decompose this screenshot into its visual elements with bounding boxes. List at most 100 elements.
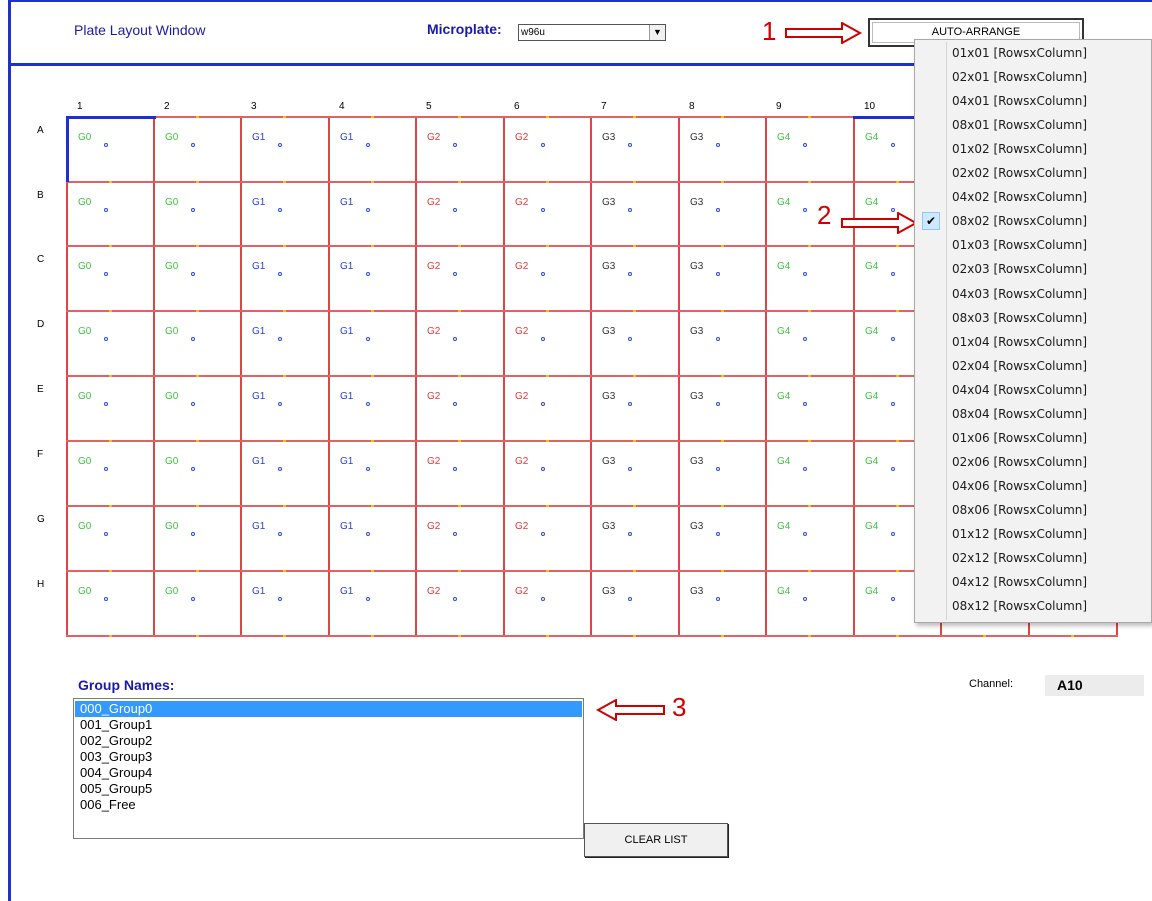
well-group-label[interactable]: G4 xyxy=(777,456,790,467)
menu-item-arrange[interactable]: 02x12 [RowsxColumn] xyxy=(917,547,1149,570)
menu-item-arrange[interactable]: 08x03 [RowsxColumn] xyxy=(917,307,1149,330)
well-group-label[interactable]: G0 xyxy=(78,586,91,597)
well-group-label[interactable]: G1 xyxy=(252,456,265,467)
well-group-label[interactable]: G4 xyxy=(865,586,878,597)
well-group-label[interactable]: G2 xyxy=(515,132,528,143)
well-group-label[interactable]: G1 xyxy=(252,261,265,272)
menu-item-arrange[interactable]: 01x06 [RowsxColumn] xyxy=(917,427,1149,450)
well-group-label[interactable]: G2 xyxy=(515,326,528,337)
well-group-label[interactable]: G4 xyxy=(865,261,878,272)
well-group-label[interactable]: G3 xyxy=(602,586,615,597)
well-group-label[interactable]: G1 xyxy=(340,456,353,467)
well-group-label[interactable]: G3 xyxy=(602,326,615,337)
well-group-label[interactable]: G3 xyxy=(690,261,703,272)
menu-item-arrange[interactable]: ✔ 08x02 [RowsxColumn] xyxy=(917,210,1149,233)
well-group-label[interactable]: G3 xyxy=(690,132,703,143)
well-group-label[interactable]: G3 xyxy=(602,261,615,272)
well-group-label[interactable]: G0 xyxy=(78,132,91,143)
well-group-label[interactable]: G1 xyxy=(340,521,353,532)
menu-item-arrange[interactable]: 08x06 [RowsxColumn] xyxy=(917,499,1149,522)
well-group-label[interactable]: G0 xyxy=(165,391,178,402)
well-group-label[interactable]: G4 xyxy=(777,391,790,402)
menu-item-arrange[interactable]: 04x01 [RowsxColumn] xyxy=(917,90,1149,113)
well-group-label[interactable]: G1 xyxy=(340,326,353,337)
well-group-label[interactable]: G2 xyxy=(427,391,440,402)
menu-item-arrange[interactable]: 02x01 [RowsxColumn] xyxy=(917,66,1149,89)
group-names-list[interactable]: 000_Group0 001_Group1 002_Group2 003_Group3… xyxy=(73,698,584,839)
well-group-label[interactable]: G1 xyxy=(252,586,265,597)
menu-item-arrange[interactable]: 02x03 [RowsxColumn] xyxy=(917,258,1149,281)
well-group-label[interactable]: G3 xyxy=(690,326,703,337)
well-group-label[interactable]: G2 xyxy=(427,456,440,467)
well-group-label[interactable]: G2 xyxy=(515,456,528,467)
well-group-label[interactable]: G3 xyxy=(602,521,615,532)
well-group-label[interactable]: G0 xyxy=(78,521,91,532)
well-group-label[interactable]: G3 xyxy=(602,197,615,208)
well-group-label[interactable]: G4 xyxy=(777,261,790,272)
menu-item-arrange[interactable]: 02x06 [RowsxColumn] xyxy=(917,451,1149,474)
well-group-label[interactable]: G0 xyxy=(165,586,178,597)
well-group-label[interactable]: G1 xyxy=(252,197,265,208)
well-group-label[interactable]: G4 xyxy=(865,197,878,208)
well-group-label[interactable]: G4 xyxy=(777,197,790,208)
well-group-label[interactable]: G3 xyxy=(690,197,703,208)
well-group-label[interactable]: G4 xyxy=(777,521,790,532)
well-group-label[interactable]: G2 xyxy=(427,326,440,337)
well-group-label[interactable]: G2 xyxy=(515,586,528,597)
well-group-label[interactable]: G1 xyxy=(252,391,265,402)
well-group-label[interactable]: G0 xyxy=(78,391,91,402)
menu-item-arrange[interactable]: 08x04 [RowsxColumn] xyxy=(917,403,1149,426)
well-group-label[interactable]: G0 xyxy=(165,197,178,208)
well-group-label[interactable]: G0 xyxy=(78,261,91,272)
menu-item-arrange[interactable]: 08x12 [RowsxColumn] xyxy=(917,595,1149,618)
well-group-label[interactable]: G0 xyxy=(165,326,178,337)
well-group-label[interactable]: G4 xyxy=(865,456,878,467)
well-group-label[interactable]: G2 xyxy=(427,521,440,532)
menu-item-arrange[interactable]: 01x03 [RowsxColumn] xyxy=(917,234,1149,257)
menu-item-arrange[interactable]: 04x06 [RowsxColumn] xyxy=(917,475,1149,498)
group-list-item[interactable]: 003_Group3 xyxy=(75,749,582,765)
microplate-select[interactable]: w96u ▼ xyxy=(518,24,666,41)
menu-item-arrange[interactable]: 01x12 [RowsxColumn] xyxy=(917,523,1149,546)
menu-item-arrange[interactable]: 04x03 [RowsxColumn] xyxy=(917,283,1149,306)
group-list-item[interactable]: 000_Group0 xyxy=(75,701,582,717)
well-group-label[interactable]: G4 xyxy=(865,521,878,532)
menu-item-arrange[interactable]: 04x12 [RowsxColumn] xyxy=(917,571,1149,594)
group-list-item[interactable]: 006_Free xyxy=(75,797,582,813)
well-group-label[interactable]: G4 xyxy=(777,586,790,597)
clear-list-button[interactable]: CLEAR LIST xyxy=(584,823,728,857)
menu-item-arrange[interactable]: 01x04 [RowsxColumn] xyxy=(917,331,1149,354)
well-group-label[interactable]: G0 xyxy=(165,261,178,272)
well-group-label[interactable]: G3 xyxy=(690,586,703,597)
well-group-label[interactable]: G0 xyxy=(165,521,178,532)
group-list-item[interactable]: 005_Group5 xyxy=(75,781,582,797)
well-group-label[interactable]: G2 xyxy=(515,391,528,402)
well-group-label[interactable]: G1 xyxy=(252,326,265,337)
well-group-label[interactable]: G0 xyxy=(165,132,178,143)
well-group-label[interactable]: G2 xyxy=(515,197,528,208)
well-group-label[interactable]: G4 xyxy=(777,326,790,337)
well-group-label[interactable]: G3 xyxy=(602,391,615,402)
well-group-label[interactable]: G2 xyxy=(427,132,440,143)
well-group-label[interactable]: G0 xyxy=(165,456,178,467)
well-group-label[interactable]: G1 xyxy=(340,132,353,143)
well-group-label[interactable]: G4 xyxy=(865,326,878,337)
well-group-label[interactable]: G0 xyxy=(78,326,91,337)
well-group-label[interactable]: G4 xyxy=(865,391,878,402)
well-group-label[interactable]: G3 xyxy=(602,456,615,467)
group-list-item[interactable]: 004_Group4 xyxy=(75,765,582,781)
well-group-label[interactable]: G2 xyxy=(427,586,440,597)
well-group-label[interactable]: G1 xyxy=(252,521,265,532)
group-list-item[interactable]: 001_Group1 xyxy=(75,717,582,733)
menu-item-arrange[interactable]: 04x04 [RowsxColumn] xyxy=(917,379,1149,402)
well-group-label[interactable]: G2 xyxy=(427,197,440,208)
menu-item-arrange[interactable]: 04x02 [RowsxColumn] xyxy=(917,186,1149,209)
well-group-label[interactable]: G0 xyxy=(78,197,91,208)
well-group-label[interactable]: G1 xyxy=(340,197,353,208)
well-group-label[interactable]: G1 xyxy=(252,132,265,143)
menu-item-arrange[interactable]: 08x01 [RowsxColumn] xyxy=(917,114,1149,137)
chevron-down-icon[interactable]: ▼ xyxy=(649,25,665,40)
well-group-label[interactable]: G2 xyxy=(427,261,440,272)
group-list-item[interactable]: 002_Group2 xyxy=(75,733,582,749)
well-group-label[interactable]: G1 xyxy=(340,391,353,402)
